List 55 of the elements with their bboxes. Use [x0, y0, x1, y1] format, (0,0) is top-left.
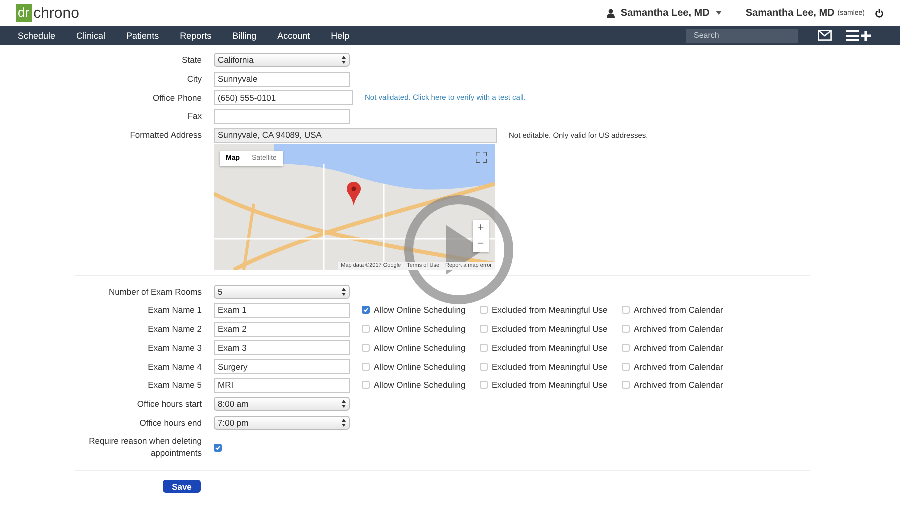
input-field[interactable]: MRI: [214, 378, 350, 393]
checkbox-label: Excluded from Meaningful Use: [492, 362, 608, 372]
field-label: Exam Name 3: [147, 342, 202, 353]
field-label: Office hours end: [138, 418, 202, 428]
field-label: Exam Name 1: [147, 305, 202, 316]
nav-link[interactable]: Account: [278, 30, 310, 40]
checkbox-label: Archived from Calendar: [634, 380, 724, 390]
checkbox-label: Allow Online Scheduling: [374, 324, 466, 334]
checkbox-label: Archived from Calendar: [634, 324, 724, 334]
checkbox-label: Allow Online Scheduling: [374, 362, 466, 372]
input-field[interactable]: Exam 3: [214, 340, 350, 356]
checkbox-label: Archived from Calendar: [634, 342, 724, 353]
input-field[interactable]: Exam 2: [214, 322, 350, 337]
nav-link[interactable]: Schedule: [18, 30, 56, 40]
select-field[interactable]: California: [214, 53, 350, 68]
input-field[interactable]: Sunnyvale: [214, 72, 350, 87]
checkbox-label: Excluded from Meaningful Use: [492, 342, 608, 353]
select-field[interactable]: 5: [214, 284, 350, 299]
select-field[interactable]: 7:00 pm: [214, 416, 350, 430]
checkbox-label: Excluded from Meaningful Use: [492, 324, 608, 334]
logo-text: chrono: [34, 4, 80, 22]
nav-link[interactable]: Clinical: [76, 30, 106, 40]
search-field[interactable]: Search: [686, 28, 798, 42]
checkbox-label: Archived from Calendar: [634, 362, 724, 372]
field-label: Require reason when deleting appointments: [88, 434, 202, 459]
field-label: Exam Name 4: [147, 362, 202, 372]
input-field[interactable]: (650) 555-0101: [214, 90, 353, 106]
user-menu[interactable]: Samantha Lee, MD: [620, 8, 710, 18]
checkbox-label: Excluded from Meaningful Use: [492, 305, 608, 316]
field-label: City: [186, 74, 202, 84]
nav-link[interactable]: Patients: [126, 30, 160, 40]
nav-link[interactable]: Reports: [180, 30, 212, 40]
checkbox-label: Archived from Calendar: [634, 305, 724, 316]
account-name: Samantha Lee, MD: [746, 8, 835, 18]
zoom-in-button[interactable]: +: [473, 220, 489, 236]
field-label: Formatted Address: [129, 130, 202, 140]
checkbox-label: Allow Online Scheduling: [374, 380, 466, 390]
checkbox-label: Allow Online Scheduling: [374, 342, 466, 353]
input-field[interactable]: Exam 1: [214, 302, 350, 318]
input-field[interactable]: Surgery: [214, 359, 350, 374]
nav-link[interactable]: Billing: [232, 30, 257, 40]
address-field[interactable]: Sunnyvale, CA 94089, USA: [214, 128, 497, 143]
field-label: State: [181, 55, 202, 66]
field-label: Number of Exam Rooms: [108, 286, 202, 297]
save-button[interactable]: Save: [163, 480, 201, 494]
field-label: Exam Name 5: [147, 380, 202, 390]
field-label: Office Phone: [152, 92, 202, 103]
field-label: Fax: [186, 111, 202, 122]
field-label: Office hours start: [136, 398, 202, 409]
zoom-out-button[interactable]: −: [473, 236, 489, 252]
nav-link[interactable]: Help: [331, 30, 350, 40]
checkbox-label: Excluded from Meaningful Use: [492, 380, 608, 390]
select-field[interactable]: 8:00 am: [214, 396, 350, 411]
field-label: Exam Name 2: [147, 324, 202, 334]
checkbox-label: Allow Online Scheduling: [374, 305, 466, 316]
